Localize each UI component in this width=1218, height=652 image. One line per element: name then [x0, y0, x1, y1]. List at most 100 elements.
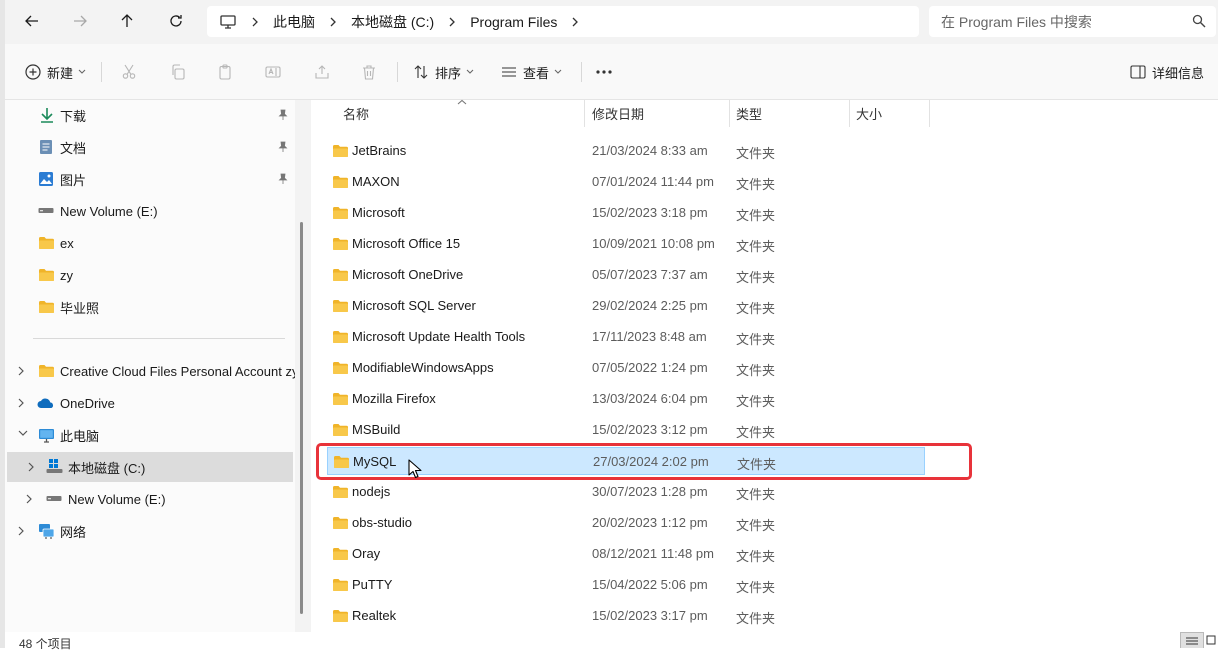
column-divider[interactable]: [729, 100, 730, 127]
file-row[interactable]: JetBrains 21/03/2024 8:33 am 文件夹: [327, 137, 925, 165]
details-pane-button[interactable]: 详细信息: [1130, 60, 1204, 84]
nav-item-this-pc[interactable]: 此电脑: [5, 420, 295, 450]
column-header-type[interactable]: 类型: [736, 100, 762, 127]
file-row[interactable]: MAXON 07/01/2024 11:44 pm 文件夹: [327, 168, 925, 196]
delete-button[interactable]: [361, 60, 377, 84]
file-row[interactable]: Realtek 15/02/2023 3:17 pm 文件夹: [327, 602, 925, 630]
folder-icon: [332, 547, 349, 561]
chevron-right-icon[interactable]: [17, 397, 25, 409]
file-name: Microsoft Office 15: [352, 236, 461, 251]
chevron-down-icon: [554, 69, 562, 75]
details-view-button[interactable]: [1180, 632, 1204, 648]
nav-label: 此电脑: [60, 428, 100, 444]
back-button[interactable]: [18, 8, 46, 34]
file-row[interactable]: Microsoft Office 15 10/09/2021 10:08 pm 文件…: [327, 230, 925, 258]
column-divider[interactable]: [849, 100, 850, 127]
download-icon: [39, 107, 55, 123]
nav-item-network[interactable]: 网络: [5, 516, 295, 546]
forward-button[interactable]: [66, 8, 94, 34]
nav-label: 图片: [60, 172, 87, 188]
file-name: obs-studio: [352, 515, 412, 530]
document-icon: [39, 139, 53, 155]
mouse-cursor-icon: [408, 459, 422, 479]
chevron-right-icon[interactable]: [251, 17, 259, 27]
folder-icon: [332, 361, 349, 375]
folder-icon: [332, 609, 349, 623]
file-row[interactable]: obs-studio 20/02/2023 1:12 pm 文件夹: [327, 509, 925, 537]
view-button[interactable]: 查看: [501, 60, 562, 84]
folder-icon: [332, 516, 349, 530]
nav-item-pictures[interactable]: 图片: [5, 164, 295, 194]
trash-icon: [361, 64, 377, 80]
breadcrumb-local-disk[interactable]: 本地磁盘 (C:): [351, 12, 434, 32]
search-icon[interactable]: [1192, 14, 1206, 31]
sort-button[interactable]: 排序: [413, 60, 474, 84]
more-button[interactable]: [595, 60, 613, 84]
file-row[interactable]: Microsoft Update Health Tools 17/11/2023 …: [327, 323, 925, 351]
nav-scrollbar-thumb[interactable]: [300, 222, 303, 614]
chevron-down-icon[interactable]: [17, 429, 29, 437]
folder-icon: [332, 144, 349, 158]
address-bar[interactable]: 此电脑 本地磁盘 (C:) Program Files: [207, 6, 919, 37]
tiles-view-button[interactable]: [1204, 632, 1218, 648]
file-row[interactable]: Mozilla Firefox 13/03/2024 6:04 pm 文件夹: [327, 385, 925, 413]
nav-item-documents[interactable]: 文档: [5, 132, 295, 162]
nav-item-creative-cloud[interactable]: Creative Cloud Files Personal Account zy: [5, 356, 295, 386]
folder-icon: [332, 330, 349, 344]
nav-item-downloads[interactable]: 下载: [5, 100, 295, 130]
nav-item-new-volume-e[interactable]: New Volume (E:): [5, 196, 295, 226]
rename-button[interactable]: [265, 60, 281, 84]
file-name: Microsoft Update Health Tools: [352, 329, 526, 344]
drive-icon: [38, 207, 54, 215]
folder-icon: [332, 175, 349, 189]
file-row[interactable]: Microsoft OneDrive 05/07/2023 7:37 am 文件夹: [327, 261, 925, 289]
file-name: MAXON: [352, 174, 400, 189]
nav-item-ex[interactable]: ex: [5, 228, 295, 258]
file-row[interactable]: Microsoft SQL Server 29/02/2024 2:25 pm 文件…: [327, 292, 925, 320]
nav-scrollbar[interactable]: [295, 100, 311, 632]
file-name: Oray: [352, 546, 381, 561]
nav-item-new-volume-e-tree[interactable]: New Volume (E:): [5, 484, 295, 514]
chevron-right-icon[interactable]: [17, 365, 25, 377]
column-header-size[interactable]: 大小: [856, 100, 882, 127]
file-date: 08/12/2021 11:48 pm: [592, 546, 714, 561]
breadcrumb-this-pc[interactable]: 此电脑: [273, 12, 315, 32]
file-name: Realtek: [352, 608, 397, 623]
column-header-name[interactable]: 名称: [343, 100, 369, 127]
chevron-right-icon[interactable]: [329, 17, 337, 27]
cut-button[interactable]: [121, 60, 137, 84]
paste-button[interactable]: [217, 60, 233, 84]
chevron-right-icon[interactable]: [25, 493, 33, 505]
search-input[interactable]: 在 Program Files 中搜索: [929, 6, 1216, 37]
nav-item-zy[interactable]: zy: [5, 260, 295, 290]
folder-icon: [38, 364, 55, 378]
share-button[interactable]: [314, 60, 330, 84]
file-row[interactable]: Oray 08/12/2021 11:48 pm 文件夹: [327, 540, 925, 568]
nav-item-graduation-photos[interactable]: 毕业照: [5, 292, 295, 322]
refresh-button[interactable]: [162, 8, 190, 34]
file-row[interactable]: PuTTY 15/04/2022 5:06 pm 文件夹: [327, 571, 925, 599]
file-name: Microsoft OneDrive: [352, 267, 464, 282]
column-divider[interactable]: [929, 100, 930, 127]
nav-item-onedrive[interactable]: OneDrive: [5, 388, 295, 418]
chevron-right-icon[interactable]: [27, 461, 35, 473]
breadcrumb-program-files[interactable]: Program Files: [470, 14, 557, 30]
file-row[interactable]: Microsoft 15/02/2023 3:18 pm 文件夹: [327, 199, 925, 227]
chevron-right-icon[interactable]: [17, 525, 25, 537]
copy-button[interactable]: [170, 60, 186, 84]
file-row[interactable]: ModifiableWindowsApps 07/05/2022 1:24 pm 文…: [327, 354, 925, 382]
nav-label: New Volume (E:): [60, 203, 158, 219]
nav-label: 下载: [60, 108, 87, 124]
column-divider[interactable]: [584, 100, 585, 127]
nav-item-local-disk-c[interactable]: 本地磁盘 (C:): [7, 452, 293, 482]
nav-label: 毕业照: [60, 300, 100, 316]
file-name: JetBrains: [352, 143, 407, 158]
file-row[interactable]: MSBuild 15/02/2023 3:12 pm 文件夹: [327, 416, 925, 444]
chevron-right-icon[interactable]: [448, 17, 456, 27]
chevron-right-icon[interactable]: [571, 17, 579, 27]
file-row[interactable]: nodejs 30/07/2023 1:28 pm 文件夹: [327, 478, 925, 506]
new-button[interactable]: 新建: [25, 60, 86, 84]
column-header-date[interactable]: 修改日期: [592, 100, 644, 127]
file-name: Microsoft: [352, 205, 405, 220]
up-button[interactable]: [113, 8, 141, 34]
